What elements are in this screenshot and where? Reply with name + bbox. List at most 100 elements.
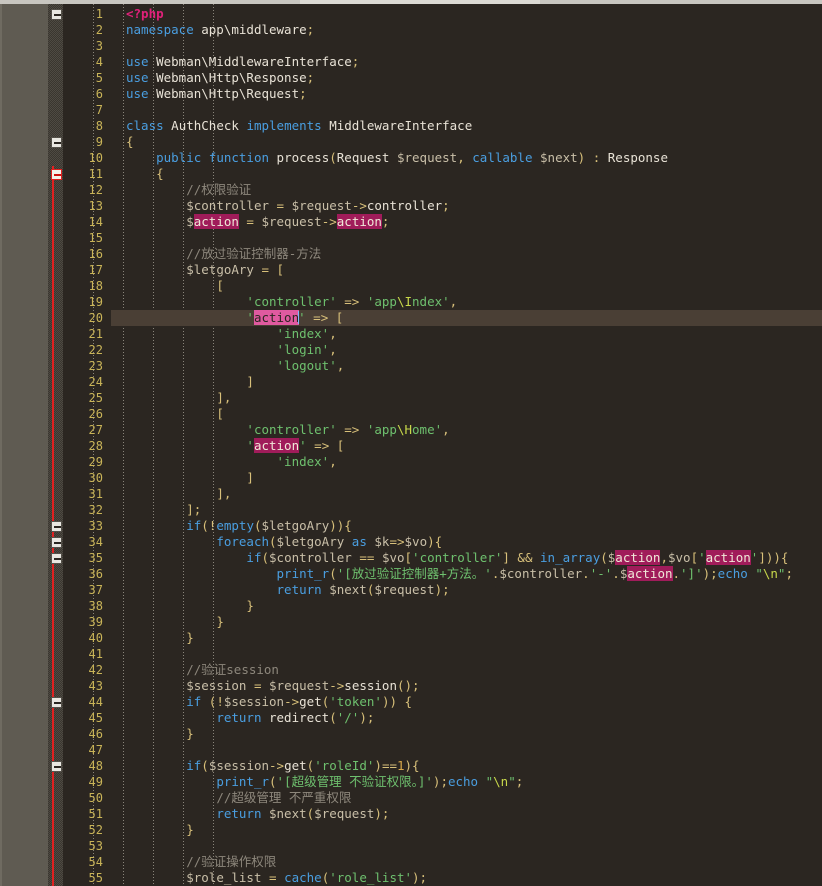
code-text[interactable]: if (!$session->get('token')) { xyxy=(126,694,412,710)
code-line[interactable]: 11 { xyxy=(63,166,822,182)
line-number[interactable]: 41 xyxy=(63,646,103,662)
line-number[interactable]: 40 xyxy=(63,630,103,646)
code-text[interactable]: } xyxy=(126,598,254,614)
code-line[interactable]: 38 } xyxy=(63,598,822,614)
code-line[interactable]: 30 ] xyxy=(63,470,822,486)
code-text[interactable]: [ xyxy=(126,278,224,294)
code-text[interactable]: [ xyxy=(126,406,224,422)
code-text[interactable]: 'action' => [ xyxy=(126,310,343,326)
code-line[interactable]: 54 //验证操作权限 xyxy=(63,854,822,870)
code-line[interactable]: 32 ]; xyxy=(63,502,822,518)
line-number[interactable]: 37 xyxy=(63,582,103,598)
line-number[interactable]: 46 xyxy=(63,726,103,742)
line-number[interactable]: 43 xyxy=(63,678,103,694)
line-number[interactable]: 25 xyxy=(63,390,103,406)
line-number[interactable]: 13 xyxy=(63,198,103,214)
editor-viewport[interactable]: 1 <?php 2 namespace app\middleware; 3 4 use We… xyxy=(0,4,822,886)
line-number[interactable]: 52 xyxy=(63,822,103,838)
code-text[interactable]: return $next($request); xyxy=(126,806,389,822)
line-number[interactable]: 44 xyxy=(63,694,103,710)
line-number[interactable]: 12 xyxy=(63,182,103,198)
code-line[interactable]: 13 $controller = $request->controller; xyxy=(63,198,822,214)
code-text[interactable]: use Webman\Http\Response; xyxy=(126,70,314,86)
line-number[interactable]: 48 xyxy=(63,758,103,774)
code-line[interactable]: 24 ] xyxy=(63,374,822,390)
line-number[interactable]: 45 xyxy=(63,710,103,726)
code-text[interactable]: //权限验证 xyxy=(126,182,251,198)
line-number[interactable]: 20 xyxy=(63,310,103,326)
code-text[interactable]: ], xyxy=(126,486,231,502)
code-line[interactable]: 48 if($session->get('roleId')==1){ xyxy=(63,758,822,774)
line-number[interactable]: 2 xyxy=(63,22,103,38)
code-line[interactable]: 44 if (!$session->get('token')) { xyxy=(63,694,822,710)
code-line[interactable]: 9{ xyxy=(63,134,822,150)
code-line[interactable]: 16 //放过验证控制器-方法 xyxy=(63,246,822,262)
line-number-gutter[interactable] xyxy=(0,4,48,886)
code-text[interactable]: 'controller' => 'app\Home', xyxy=(126,422,449,438)
fold-collapse-icon[interactable] xyxy=(51,697,62,708)
code-line[interactable]: 1 <?php xyxy=(63,6,822,22)
code-line[interactable]: 3 xyxy=(63,38,822,54)
line-number[interactable]: 27 xyxy=(63,422,103,438)
line-number[interactable]: 4 xyxy=(63,54,103,70)
code-text[interactable]: $session = $request->session(); xyxy=(126,678,419,694)
code-text[interactable]: return redirect('/'); xyxy=(126,710,374,726)
line-number[interactable]: 5 xyxy=(63,70,103,86)
code-line[interactable]: 2 namespace app\middleware; xyxy=(63,22,822,38)
code-text[interactable]: public function process(Request $request… xyxy=(126,150,668,166)
code-text[interactable]: } xyxy=(126,614,224,630)
line-number[interactable]: 19 xyxy=(63,294,103,310)
line-number[interactable]: 11 xyxy=(63,166,103,182)
code-text[interactable]: foreach($letgoAry as $k=>$vo){ xyxy=(126,534,442,550)
code-line[interactable]: 36 print_r('[放过验证控制器+方法。'.$controller.'-… xyxy=(63,566,822,582)
line-number[interactable]: 26 xyxy=(63,406,103,422)
fold-collapse-icon[interactable] xyxy=(51,537,62,548)
line-number[interactable]: 55 xyxy=(63,870,103,886)
code-text[interactable]: //验证session xyxy=(126,662,279,678)
code-text[interactable]: if($controller == $vo['controller'] && i… xyxy=(126,550,788,566)
line-number[interactable]: 32 xyxy=(63,502,103,518)
code-line[interactable]: 5 use Webman\Http\Response; xyxy=(63,70,822,86)
line-number[interactable]: 10 xyxy=(63,150,103,166)
line-number[interactable]: 49 xyxy=(63,774,103,790)
code-line[interactable]: 20 'action' => [ xyxy=(63,310,822,326)
line-number[interactable]: 21 xyxy=(63,326,103,342)
line-number[interactable]: 54 xyxy=(63,854,103,870)
code-text[interactable]: print_r('[超级管理 不验证权限。]');echo "\n"; xyxy=(126,774,523,790)
fold-collapse-icon[interactable] xyxy=(51,137,62,148)
code-line[interactable]: 25 ], xyxy=(63,390,822,406)
code-text[interactable]: //验证操作权限 xyxy=(126,854,276,870)
code-line[interactable]: 31 ], xyxy=(63,486,822,502)
code-line[interactable]: 52 } xyxy=(63,822,822,838)
code-text[interactable]: 'login', xyxy=(126,342,337,358)
code-text[interactable]: { xyxy=(126,134,134,150)
code-text[interactable]: $role_list = cache('role_list'); xyxy=(126,870,427,886)
code-text[interactable]: $controller = $request->controller; xyxy=(126,198,449,214)
code-line[interactable]: 42 //验证session xyxy=(63,662,822,678)
code-text[interactable]: return $next($request); xyxy=(126,582,450,598)
code-line[interactable]: 7 xyxy=(63,102,822,118)
line-number[interactable]: 24 xyxy=(63,374,103,390)
code-line[interactable]: 22 'login', xyxy=(63,342,822,358)
code-line[interactable]: 17 $letgoAry = [ xyxy=(63,262,822,278)
code-line[interactable]: 55 $role_list = cache('role_list'); xyxy=(63,870,822,886)
code-line[interactable]: 51 return $next($request); xyxy=(63,806,822,822)
code-text[interactable]: if(!empty($letgoAry)){ xyxy=(126,518,352,534)
code-line[interactable]: 4 use Webman\MiddlewareInterface; xyxy=(63,54,822,70)
line-number[interactable]: 34 xyxy=(63,534,103,550)
line-number[interactable]: 16 xyxy=(63,246,103,262)
code-line[interactable]: 12 //权限验证 xyxy=(63,182,822,198)
code-text[interactable]: use Webman\MiddlewareInterface; xyxy=(126,54,359,70)
fold-collapse-icon[interactable] xyxy=(51,169,62,180)
code-text[interactable]: } xyxy=(126,822,194,838)
code-text[interactable]: <?php xyxy=(126,6,164,22)
code-line[interactable]: 19 'controller' => 'app\Index', xyxy=(63,294,822,310)
code-line[interactable]: 18 [ xyxy=(63,278,822,294)
code-surface[interactable]: 1 <?php 2 namespace app\middleware; 3 4 use We… xyxy=(63,4,822,886)
line-number[interactable]: 9 xyxy=(63,134,103,150)
line-number[interactable]: 6 xyxy=(63,86,103,102)
code-line[interactable]: 50 //超级管理 不严重权限 xyxy=(63,790,822,806)
code-text[interactable]: ], xyxy=(126,390,231,406)
code-text[interactable]: 'action' => [ xyxy=(126,438,344,454)
code-line[interactable]: 29 'index', xyxy=(63,454,822,470)
